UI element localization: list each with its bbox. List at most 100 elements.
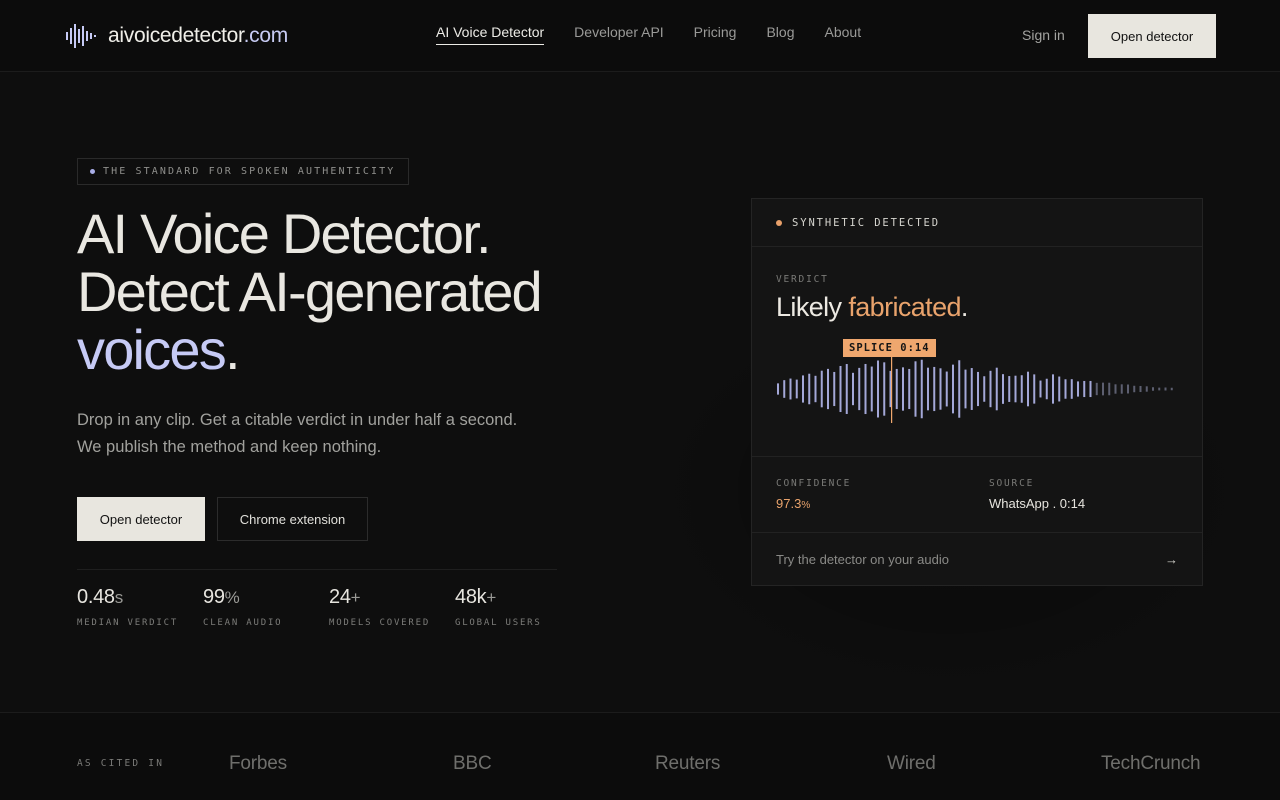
waveform-bar (852, 372, 854, 406)
waveform-bar (970, 368, 973, 410)
waveform-bar (1089, 380, 1092, 398)
waveform-bar (1033, 374, 1036, 404)
hero-open-detector-button[interactable]: Open detector (77, 497, 205, 541)
waveform-bar (927, 367, 929, 411)
waveform-bar (1139, 385, 1142, 393)
waveform-bar (1133, 385, 1136, 393)
source-label: SOURCE (989, 478, 1035, 489)
waveform-bar (902, 367, 904, 411)
waveform-bar (964, 369, 967, 409)
waveform-bar (777, 383, 779, 395)
stat-unit: + (486, 588, 496, 607)
subtitle-line-1: Drop in any clip. Get a citable verdict … (77, 411, 518, 429)
waveform-bar (1152, 387, 1154, 391)
stat-clean-audio: 99% CLEAN AUDIO (203, 586, 329, 628)
waveform-bar (1052, 374, 1054, 404)
chrome-extension-button[interactable]: Chrome extension (217, 497, 368, 541)
stat-unit: s (114, 588, 124, 607)
waveform-bar (1008, 376, 1011, 402)
confidence-label: CONFIDENCE (776, 478, 852, 489)
waveform-bar (939, 368, 942, 410)
waveform-bar (1108, 382, 1111, 396)
splice-marker-tag: SPLICE 0:14 (843, 339, 936, 357)
verdict-label: VERDICT (776, 274, 829, 285)
waveform-bar (952, 364, 954, 414)
verdict-text: Likely fabricated. (776, 292, 968, 323)
waveform-bar (783, 380, 786, 398)
stat-unit: % (224, 588, 240, 607)
detector-result-card: SYNTHETIC DETECTED VERDICT Likely fabric… (751, 198, 1203, 586)
splice-marker-line (891, 357, 893, 423)
cited-in-band (0, 712, 1280, 800)
waveform-bar (1127, 384, 1129, 394)
waveform-bar (833, 371, 836, 407)
confidence-number: 97.3 (776, 496, 802, 511)
stat-unit: + (350, 588, 361, 607)
headline-end: . (224, 318, 241, 381)
stat-median-verdict: 0.48s MEDIAN VERDICT (77, 586, 203, 628)
arrow-right-icon: → (1165, 552, 1178, 567)
subtitle-line-2: We publish the method and keep nothing. (77, 438, 382, 456)
press-logo-wired: Wired (887, 753, 936, 774)
waveform-bar (1058, 376, 1061, 402)
waveform-bar (820, 370, 823, 408)
waveform-bar (983, 376, 986, 402)
waveform-bar (883, 362, 886, 416)
eyebrow-text: THE STANDARD FOR SPOKEN AUTHENTICITY (103, 166, 396, 177)
card-divider (752, 456, 1202, 457)
press-logo-bbc: BBC (453, 753, 492, 774)
stat-models-covered: 24+ MODELS COVERED (329, 586, 455, 628)
waveform-bar (1020, 375, 1023, 403)
waveform-bar (989, 370, 992, 408)
nav-link-pricing[interactable]: Pricing (694, 24, 737, 45)
eyebrow-dot-icon (90, 169, 95, 174)
nav-links: AI Voice Detector Developer API Pricing … (436, 24, 861, 45)
try-detector-link[interactable]: Try the detector on your audio → (752, 533, 1202, 586)
waveform-bar (1114, 384, 1117, 394)
nav-link-blog[interactable]: Blog (766, 24, 794, 45)
headline-line-2: Detect AI-generated (77, 260, 543, 323)
waveform-bar (1045, 378, 1048, 400)
stat-number: 99 (203, 586, 225, 608)
waveform-bar (920, 359, 923, 419)
nav-link-ai-voice-detector[interactable]: AI Voice Detector (436, 24, 545, 45)
stat-label: MEDIAN VERDICT (77, 618, 179, 628)
stats-row: 0.48s MEDIAN VERDICT 99% CLEAN AUDIO 24+… (77, 586, 581, 628)
try-detector-text: Try the detector on your audio (776, 552, 949, 567)
waveform-bar (1014, 375, 1017, 403)
waveform-bar (802, 375, 804, 403)
waveform-bar (808, 373, 811, 405)
sign-in-link[interactable]: Sign in (1022, 27, 1065, 43)
cited-in-label: AS CITED IN (77, 758, 165, 769)
nav-link-about[interactable]: About (825, 24, 862, 45)
stat-number: 0.48 (77, 586, 115, 608)
waveform-bar (870, 366, 873, 412)
waveform-bar (1083, 380, 1086, 398)
waveform-bar (1145, 386, 1148, 392)
verdict-prefix: Likely (776, 292, 849, 322)
waveform-bar (795, 379, 798, 399)
confidence-value: 97.3% (776, 496, 810, 511)
waveform-bar (1102, 382, 1104, 396)
waveform-bar (827, 368, 829, 410)
waveform-bar (958, 360, 961, 418)
verdict-end: . (960, 292, 968, 322)
stat-global-users: 48k+ GLOBAL USERS (455, 586, 581, 628)
status-dot-icon (776, 219, 782, 226)
waveform-bar (789, 378, 792, 400)
waveform-bar (864, 363, 867, 415)
nav-link-developer-api[interactable]: Developer API (574, 24, 664, 45)
stat-value: 48k+ (455, 586, 581, 609)
headline-line-1: AI Voice Detector. (77, 202, 492, 265)
waveform-bar (1170, 387, 1173, 391)
top-nav: aivoicedetector.com AI Voice Detector De… (0, 0, 1280, 72)
logo[interactable]: aivoicedetector.com (66, 22, 288, 50)
stat-label: CLEAN AUDIO (203, 618, 283, 628)
confidence-unit: % (801, 500, 811, 511)
nav-open-detector-button[interactable]: Open detector (1088, 14, 1216, 58)
waveform-bar (914, 361, 917, 417)
stat-value: 0.48s (77, 586, 203, 609)
waveform-bar (845, 364, 848, 414)
waveform-bar (1158, 387, 1161, 391)
verdict-word: fabricated (848, 292, 961, 322)
